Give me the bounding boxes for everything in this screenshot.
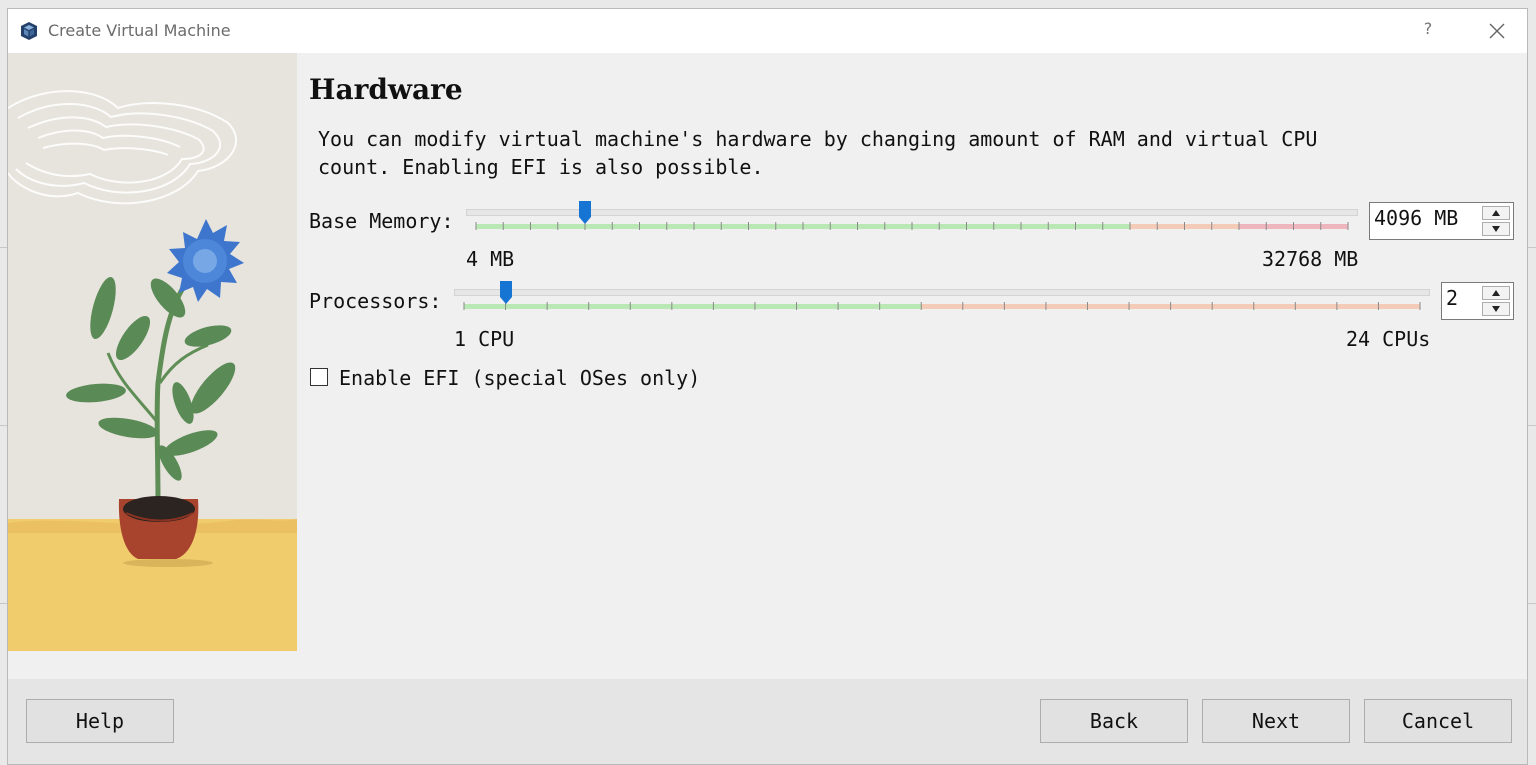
page-title: Hardware [309, 73, 463, 106]
triangle-up-icon [1492, 290, 1500, 296]
memory-max-label: 32768 MB [1262, 247, 1359, 271]
create-vm-dialog: Create Virtual Machine ? Hardware You ca… [7, 8, 1528, 765]
question-mark-icon[interactable]: ? [1418, 19, 1438, 43]
triangle-down-icon [1492, 226, 1500, 232]
title-bar[interactable]: Create Virtual Machine ? [8, 9, 1527, 53]
processors-value-input[interactable] [1446, 286, 1478, 310]
cancel-button[interactable]: Cancel [1364, 699, 1512, 743]
memory-increase-button[interactable] [1482, 206, 1510, 220]
back-button[interactable]: Back [1040, 699, 1188, 743]
memory-value-input[interactable] [1374, 206, 1474, 230]
triangle-down-icon [1492, 306, 1500, 312]
next-button[interactable]: Next [1202, 699, 1350, 743]
triangle-up-icon [1492, 210, 1500, 216]
processors-decrease-button[interactable] [1482, 302, 1510, 316]
processors-spinbox[interactable] [1441, 282, 1514, 320]
slider-handle[interactable] [499, 281, 513, 305]
enable-efi-checkbox[interactable] [310, 368, 328, 386]
page-description: You can modify virtual machine's hardwar… [318, 127, 1318, 179]
processors-min-label: 1 CPU [454, 327, 515, 351]
help-button[interactable]: Help [26, 699, 174, 743]
memory-spinbox[interactable] [1369, 202, 1514, 240]
scale-segment [464, 304, 922, 309]
processors-slider[interactable] [454, 281, 1430, 329]
processors-increase-button[interactable] [1482, 286, 1510, 300]
memory-decrease-button[interactable] [1482, 222, 1510, 236]
slider-groove [454, 289, 1430, 296]
window-title: Create Virtual Machine [48, 21, 231, 40]
close-icon[interactable] [1486, 20, 1508, 42]
button-bar: Help Back Next Cancel [8, 679, 1527, 764]
memory-min-label: 4 MB [466, 247, 515, 271]
base-memory-label: Base Memory: [309, 209, 454, 233]
slider-scale [475, 222, 1349, 230]
slider-groove [466, 209, 1358, 216]
wizard-illustration [8, 53, 297, 651]
processors-label: Processors: [309, 289, 442, 313]
enable-efi-label[interactable]: Enable EFI (special OSes only) [339, 366, 700, 390]
slider-scale [463, 302, 1421, 310]
base-memory-slider[interactable] [466, 201, 1358, 249]
slider-handle[interactable] [578, 201, 592, 225]
virtualbox-cube-icon [21, 22, 37, 40]
processors-max-label: 24 CPUs [1346, 327, 1431, 351]
